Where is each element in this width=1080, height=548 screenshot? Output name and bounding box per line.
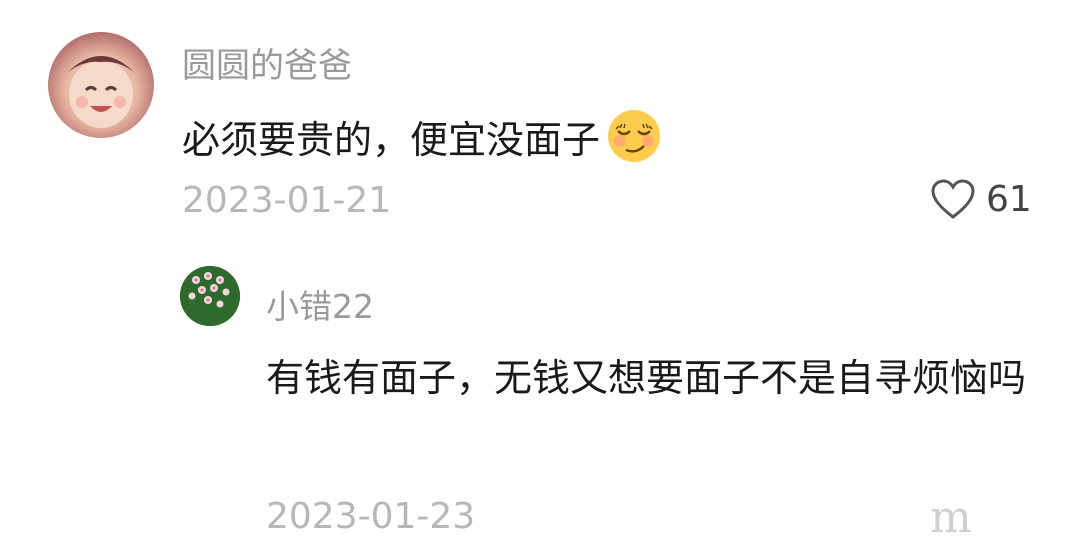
user-avatar[interactable] <box>180 266 240 326</box>
user-avatar[interactable] <box>48 32 154 138</box>
brand-watermark-icon: m <box>930 492 972 543</box>
reply-date: 2023-01-23 <box>266 496 476 537</box>
smirk-emoji-icon <box>608 110 661 162</box>
comment-username[interactable]: 圆圆的爸爸 <box>182 38 352 87</box>
reply-text: 有钱有面子，无钱又想要面子不是自寻烦恼吗 <box>266 356 1027 400</box>
heart-outline-icon <box>931 179 975 219</box>
baby-face-image <box>68 56 134 128</box>
flower-plant-image <box>180 266 240 326</box>
comment-date: 2023-01-21 <box>182 180 392 221</box>
like-button[interactable]: 61 <box>930 178 1032 220</box>
reply-username[interactable]: 小错22 <box>266 280 374 328</box>
comment-text: 必须要贵的，便宜没面子 <box>182 108 662 164</box>
like-count: 61 <box>986 178 1032 220</box>
comment-text-body: 必须要贵的，便宜没面子 <box>182 117 601 162</box>
